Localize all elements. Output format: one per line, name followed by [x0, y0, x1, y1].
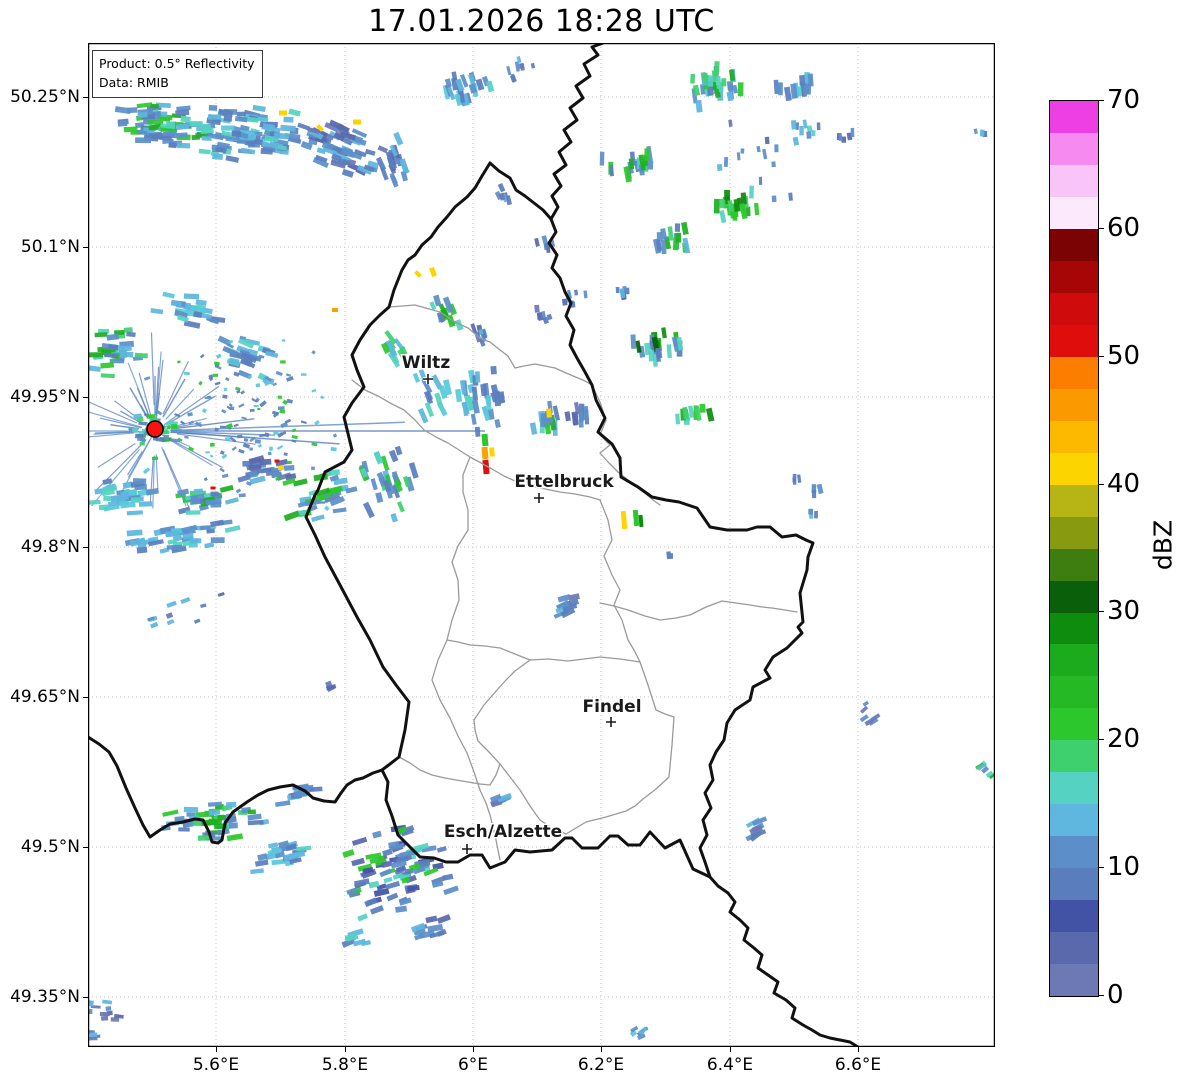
- colorbar-segment: [1050, 452, 1098, 485]
- colorbar-tick-label: 20: [1107, 724, 1141, 755]
- colorbar-segment: [1050, 964, 1098, 997]
- colorbar-segment: [1050, 548, 1098, 581]
- x-tick-label: 6°E: [457, 1055, 489, 1075]
- colorbar-segment: [1050, 324, 1098, 357]
- radar-echoes: [88, 55, 995, 1042]
- x-tick-label: 5.8°E: [321, 1055, 369, 1075]
- city-label: Esch/Alzette: [444, 822, 562, 842]
- city-label: Ettelbruck: [514, 472, 614, 492]
- colorbar-segment: [1050, 772, 1098, 805]
- radar-map: Wiltz Ettelbruck Findel Esch/Alzette: [88, 43, 995, 1047]
- city-labels: Wiltz Ettelbruck Findel Esch/Alzette: [400, 352, 643, 854]
- colorbar-segment: [1050, 612, 1098, 645]
- y-tick-label: 49.35°N: [10, 987, 80, 1007]
- x-tick-mark: [216, 1047, 217, 1052]
- colorbar-segment: [1050, 101, 1098, 133]
- colorbar-segment: [1050, 260, 1098, 293]
- colorbar-segment: [1050, 900, 1098, 933]
- colorbar-tick-label: 60: [1107, 212, 1141, 243]
- colorbar-segment: [1050, 196, 1098, 229]
- colorbar-segment: [1050, 388, 1098, 421]
- y-tick-label: 49.8°N: [20, 537, 80, 557]
- x-tick-mark: [858, 1047, 859, 1052]
- colorbar-unit-label: dBZ: [1148, 519, 1178, 571]
- product-line: Product: 0.5° Reflectivity: [99, 56, 255, 71]
- colorbar-segment: [1050, 580, 1098, 613]
- colorbar-tick-label: 0: [1107, 980, 1124, 1010]
- colorbar-segment: [1050, 228, 1098, 261]
- x-tick-label: 5.6°E: [192, 1055, 240, 1075]
- colorbar-segment: [1050, 644, 1098, 677]
- product-info-box: Product: 0.5° Reflectivity Data: RMIB: [92, 50, 263, 98]
- city-label: Wiltz: [402, 353, 451, 373]
- y-tick-label: 50.25°N: [10, 87, 80, 107]
- x-tick-label: 6.2°E: [577, 1055, 625, 1075]
- colorbar-segment: [1050, 708, 1098, 741]
- colorbar-tick-label: 50: [1107, 340, 1141, 371]
- colorbar-tick-label: 40: [1107, 468, 1141, 499]
- map-frame: [88, 43, 995, 1047]
- colorbar-segment: [1050, 836, 1098, 869]
- y-tick-label: 50.1°N: [20, 237, 80, 257]
- colorbar: [1049, 100, 1099, 997]
- colorbar-segment: [1050, 804, 1098, 837]
- x-tick-label: 6.6°E: [834, 1055, 882, 1075]
- colorbar-segment: [1050, 868, 1098, 901]
- colorbar-segment: [1050, 292, 1098, 325]
- colorbar-segment: [1050, 132, 1098, 165]
- x-tick-mark: [345, 1047, 346, 1052]
- x-tick-mark: [473, 1047, 474, 1052]
- colorbar-tick-label: 30: [1107, 596, 1141, 627]
- y-tick-label: 49.5°N: [20, 837, 80, 857]
- radar-app: 17.01.2026 18:28 UTC Product: 0.5° Refle…: [0, 0, 1184, 1081]
- colorbar-segment: [1050, 164, 1098, 197]
- gridlines: [88, 43, 995, 1047]
- data-source-line: Data: RMIB: [99, 75, 169, 91]
- colorbar-segment: [1050, 484, 1098, 517]
- x-tick-mark: [730, 1047, 731, 1052]
- colorbar-segment: [1050, 676, 1098, 709]
- colorbar-segment: [1050, 740, 1098, 773]
- x-tick-mark: [601, 1047, 602, 1052]
- colorbar-tick-label: 70: [1107, 85, 1141, 115]
- city-marker: [606, 717, 616, 727]
- radar-site-marker: [146, 420, 164, 438]
- city-label: Findel: [582, 697, 641, 717]
- city-marker: [462, 844, 472, 854]
- radar-echo-maxima: [210, 110, 644, 530]
- colorbar-tick-label: 10: [1107, 852, 1141, 883]
- colorbar-segment: [1050, 932, 1098, 965]
- page-title: 17.01.2026 18:28 UTC: [368, 4, 715, 39]
- colorbar-segment: [1050, 420, 1098, 453]
- colorbar-segment: [1050, 516, 1098, 549]
- colorbar-segment: [1050, 356, 1098, 389]
- y-tick-label: 49.65°N: [10, 687, 80, 707]
- city-marker: [534, 493, 544, 503]
- y-tick-label: 49.95°N: [10, 387, 80, 407]
- district-borders: [351, 304, 798, 861]
- x-tick-label: 6.4°E: [706, 1055, 754, 1075]
